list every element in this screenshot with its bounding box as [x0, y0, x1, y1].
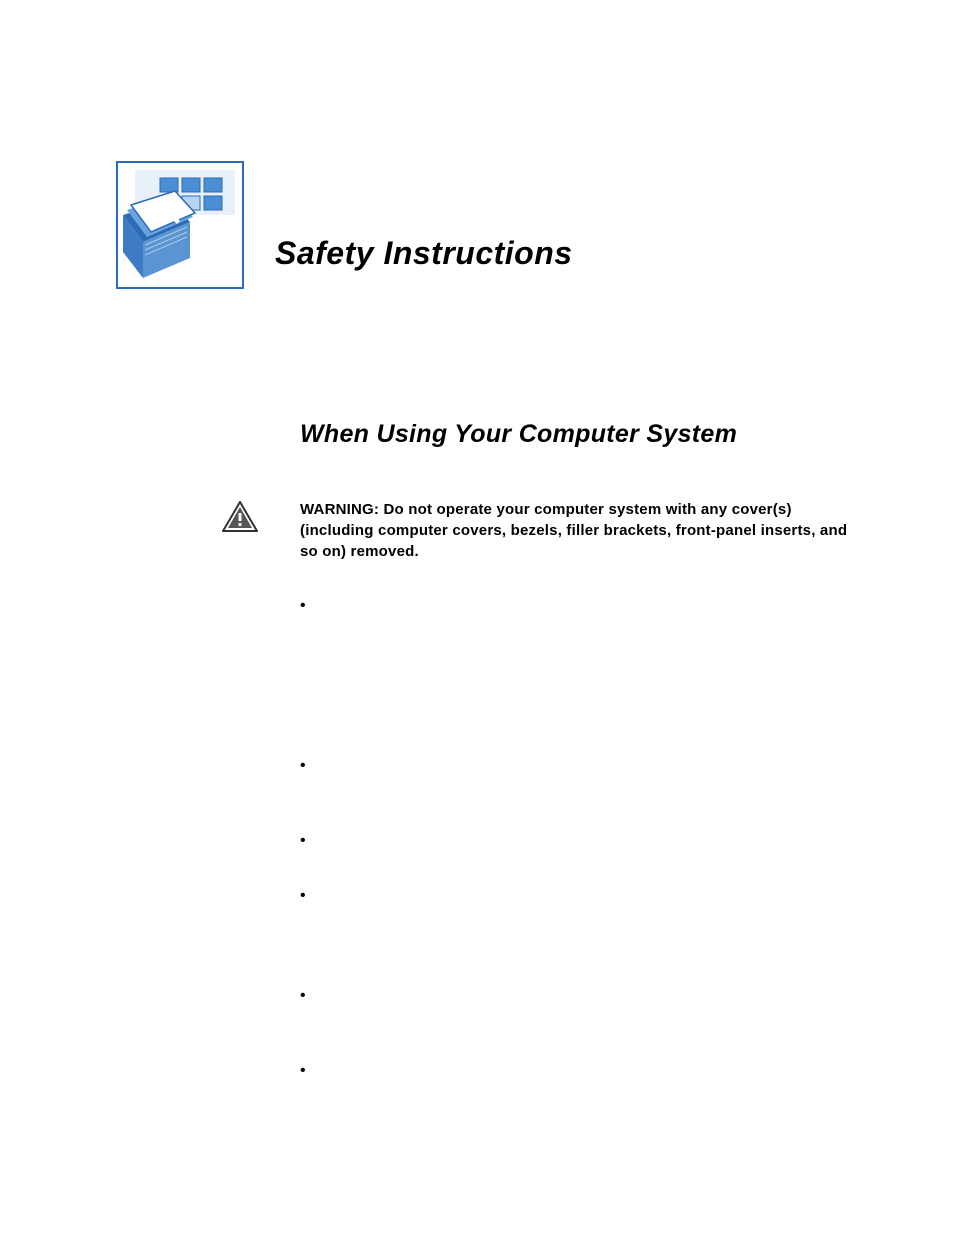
list-item	[300, 1062, 854, 1082]
bullet-list	[300, 597, 854, 1082]
header-row: Safety Instructions	[115, 160, 854, 290]
warning-body: Do not operate your computer system with…	[300, 501, 847, 560]
content-area: When Using Your Computer System WARNING:…	[300, 420, 854, 1082]
warning-text: WARNING: Do not operate your computer sy…	[300, 499, 854, 562]
list-item	[300, 597, 854, 617]
list-item	[300, 832, 854, 852]
warning-block: WARNING: Do not operate your computer sy…	[300, 499, 854, 562]
list-item	[300, 987, 854, 1007]
list-item	[300, 887, 854, 907]
warning-label: WARNING:	[300, 501, 383, 518]
list-item	[300, 757, 854, 777]
page-title: Safety Instructions	[275, 235, 573, 290]
warning-icon-wrap	[222, 499, 272, 538]
section-heading: When Using Your Computer System	[300, 420, 854, 449]
document-page: Safety Instructions When Using Your Comp…	[0, 0, 954, 1162]
warning-triangle-icon	[222, 501, 258, 533]
book-keyboard-icon	[115, 160, 245, 290]
